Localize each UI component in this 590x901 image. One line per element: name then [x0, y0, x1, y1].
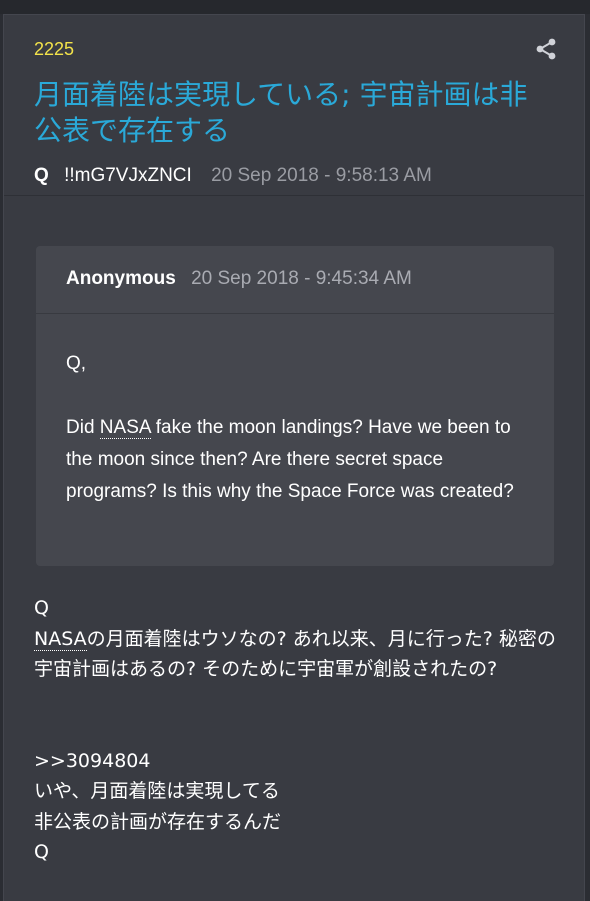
quoted-text-pre: Did: [66, 417, 100, 438]
quoted-date: 20 Sep 2018 - 9:45:34 AM: [191, 268, 412, 289]
quoted-author: Anonymous: [66, 268, 176, 289]
quoted-post-body: Q, Did NASA fake the moon landings? Have…: [36, 314, 554, 508]
quoted-line: Q,: [66, 353, 87, 374]
share-icon[interactable]: [534, 37, 558, 61]
post-title: 月面着陸は実現している; 宇宙計画は非公表で存在する: [34, 78, 528, 147]
quoted-post: Anonymous 20 Sep 2018 - 9:45:34 AM Q, Di…: [36, 246, 554, 566]
reply-line: 非公表の計画が存在するんだ: [34, 810, 282, 833]
reply-question-text: の月面着陸はウソなの? あれ以来、月に行った? 秘密の宇宙計画はあるの? そのた…: [34, 627, 556, 681]
post-card: 2225 月面着陸は実現している; 宇宙計画は非公表で存在する Q !!mG7V…: [3, 14, 585, 901]
top-bar: [0, 0, 590, 14]
post-crosslink[interactable]: >>3094804: [34, 750, 150, 772]
reply-body: Q NASAの月面着陸はウソなの? あれ以来、月に行った? 秘密の宇宙計画はある…: [34, 593, 564, 868]
reply-line: いや、月面着陸は実現してる: [34, 780, 280, 802]
post-date: 20 Sep 2018 - 9:58:13 AM: [211, 165, 432, 186]
author-name: Q: [34, 165, 49, 186]
quoted-question: Did NASA fake the moon landings? Have we…: [66, 412, 524, 508]
author-line: Q !!mG7VJxZNCI 20 Sep 2018 - 9:58:13 AM: [34, 165, 432, 187]
post-header: 2225 月面着陸は実現している; 宇宙計画は非公表で存在する Q !!mG7V…: [4, 15, 584, 196]
quoted-post-header: Anonymous 20 Sep 2018 - 9:45:34 AM: [36, 246, 554, 314]
reply-question: NASAの月面着陸はウソなの? あれ以来、月に行った? 秘密の宇宙計画はあるの?…: [34, 624, 564, 685]
reply-line: Q: [34, 597, 49, 619]
tripcode: !!mG7VJxZNCI: [64, 165, 192, 186]
nasa-abbr: NASA: [34, 627, 87, 651]
nasa-abbr: NASA: [99, 417, 151, 439]
reply-signature: Q: [34, 841, 49, 863]
post-number[interactable]: 2225: [34, 39, 74, 60]
